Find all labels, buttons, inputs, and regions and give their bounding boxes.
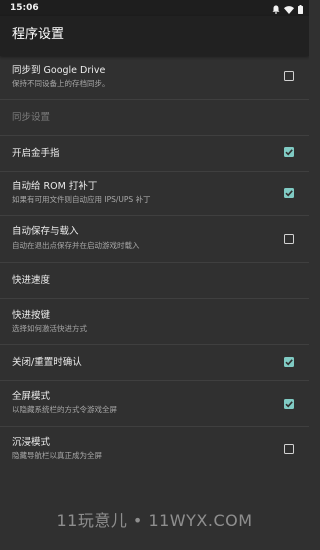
setting-label: 快进按键: [12, 310, 51, 321]
setting-label: 开启金手指: [12, 148, 60, 159]
setting-label: 自动保存与载入: [12, 226, 79, 237]
setting-label: 关闭/重置时确认: [12, 357, 82, 368]
setting-label: 同步到 Google Drive: [12, 65, 106, 76]
check-icon: [285, 190, 293, 197]
status-bar: 15:06: [0, 0, 309, 16]
wifi-icon: [284, 0, 294, 18]
check-icon: [285, 149, 293, 156]
setting-sync-settings: 同步设置: [0, 100, 309, 136]
check-icon: [285, 359, 293, 366]
setting-summary: 隐藏导航栏以真正成为全屏: [12, 451, 102, 460]
setting-fast-forward-button[interactable]: 快进按键 选择如何激活快进方式: [0, 299, 309, 345]
setting-summary: 自动在退出点保存并在启动游戏时载入: [12, 241, 140, 250]
settings-list: 同步到 Google Drive 保持不同设备上的存档同步。 同步设置 开启金手…: [0, 56, 309, 473]
setting-summary: 保持不同设备上的存档同步。: [12, 79, 110, 88]
status-time: 15:06: [10, 3, 39, 13]
watermark: 11玩意儿 • 11WYX.COM: [56, 511, 253, 530]
setting-label: 全屏模式: [12, 391, 51, 402]
screen: 15:06 程序设置 同步到 Google Drive 保持不同设备上的存档同步…: [0, 0, 309, 550]
battery-icon: [298, 0, 303, 18]
setting-summary: 以隐藏系统栏的方式令游戏全屏: [12, 405, 117, 414]
checkbox-checked[interactable]: [284, 357, 294, 367]
setting-label: 快进速度: [12, 275, 51, 286]
app-bar: 程序设置: [0, 16, 309, 56]
status-icons: [272, 3, 303, 14]
setting-label: 沉浸模式: [12, 437, 51, 448]
setting-summary: 如果有可用文件则自动应用 IPS/UPS 补丁: [12, 195, 151, 204]
checkbox-checked[interactable]: [284, 188, 294, 198]
page-title: 程序设置: [12, 27, 65, 42]
setting-immersive-mode[interactable]: 沉浸模式 隐藏导航栏以真正成为全屏: [0, 427, 309, 473]
checkbox-unchecked[interactable]: [284, 234, 294, 244]
setting-auto-patch-rom[interactable]: 自动给 ROM 打补丁 如果有可用文件则自动应用 IPS/UPS 补丁: [0, 172, 309, 216]
setting-fullscreen-mode[interactable]: 全屏模式 以隐藏系统栏的方式令游戏全屏: [0, 381, 309, 427]
setting-label: 自动给 ROM 打补丁: [12, 181, 98, 192]
check-icon: [285, 401, 293, 408]
checkbox-unchecked[interactable]: [284, 71, 294, 81]
notification-icon: [272, 0, 280, 18]
checkbox-unchecked[interactable]: [284, 444, 294, 454]
setting-sync-google-drive[interactable]: 同步到 Google Drive 保持不同设备上的存档同步。: [0, 56, 309, 100]
setting-confirm-close-reset[interactable]: 关闭/重置时确认: [0, 345, 309, 381]
checkbox-checked[interactable]: [284, 399, 294, 409]
setting-enable-cheats[interactable]: 开启金手指: [0, 136, 309, 172]
setting-fast-forward-speed[interactable]: 快进速度: [0, 263, 309, 299]
setting-label: 同步设置: [12, 112, 51, 123]
setting-auto-save-load[interactable]: 自动保存与载入 自动在退出点保存并在启动游戏时载入: [0, 216, 309, 263]
checkbox-checked[interactable]: [284, 147, 294, 157]
setting-summary: 选择如何激活快进方式: [12, 324, 87, 333]
